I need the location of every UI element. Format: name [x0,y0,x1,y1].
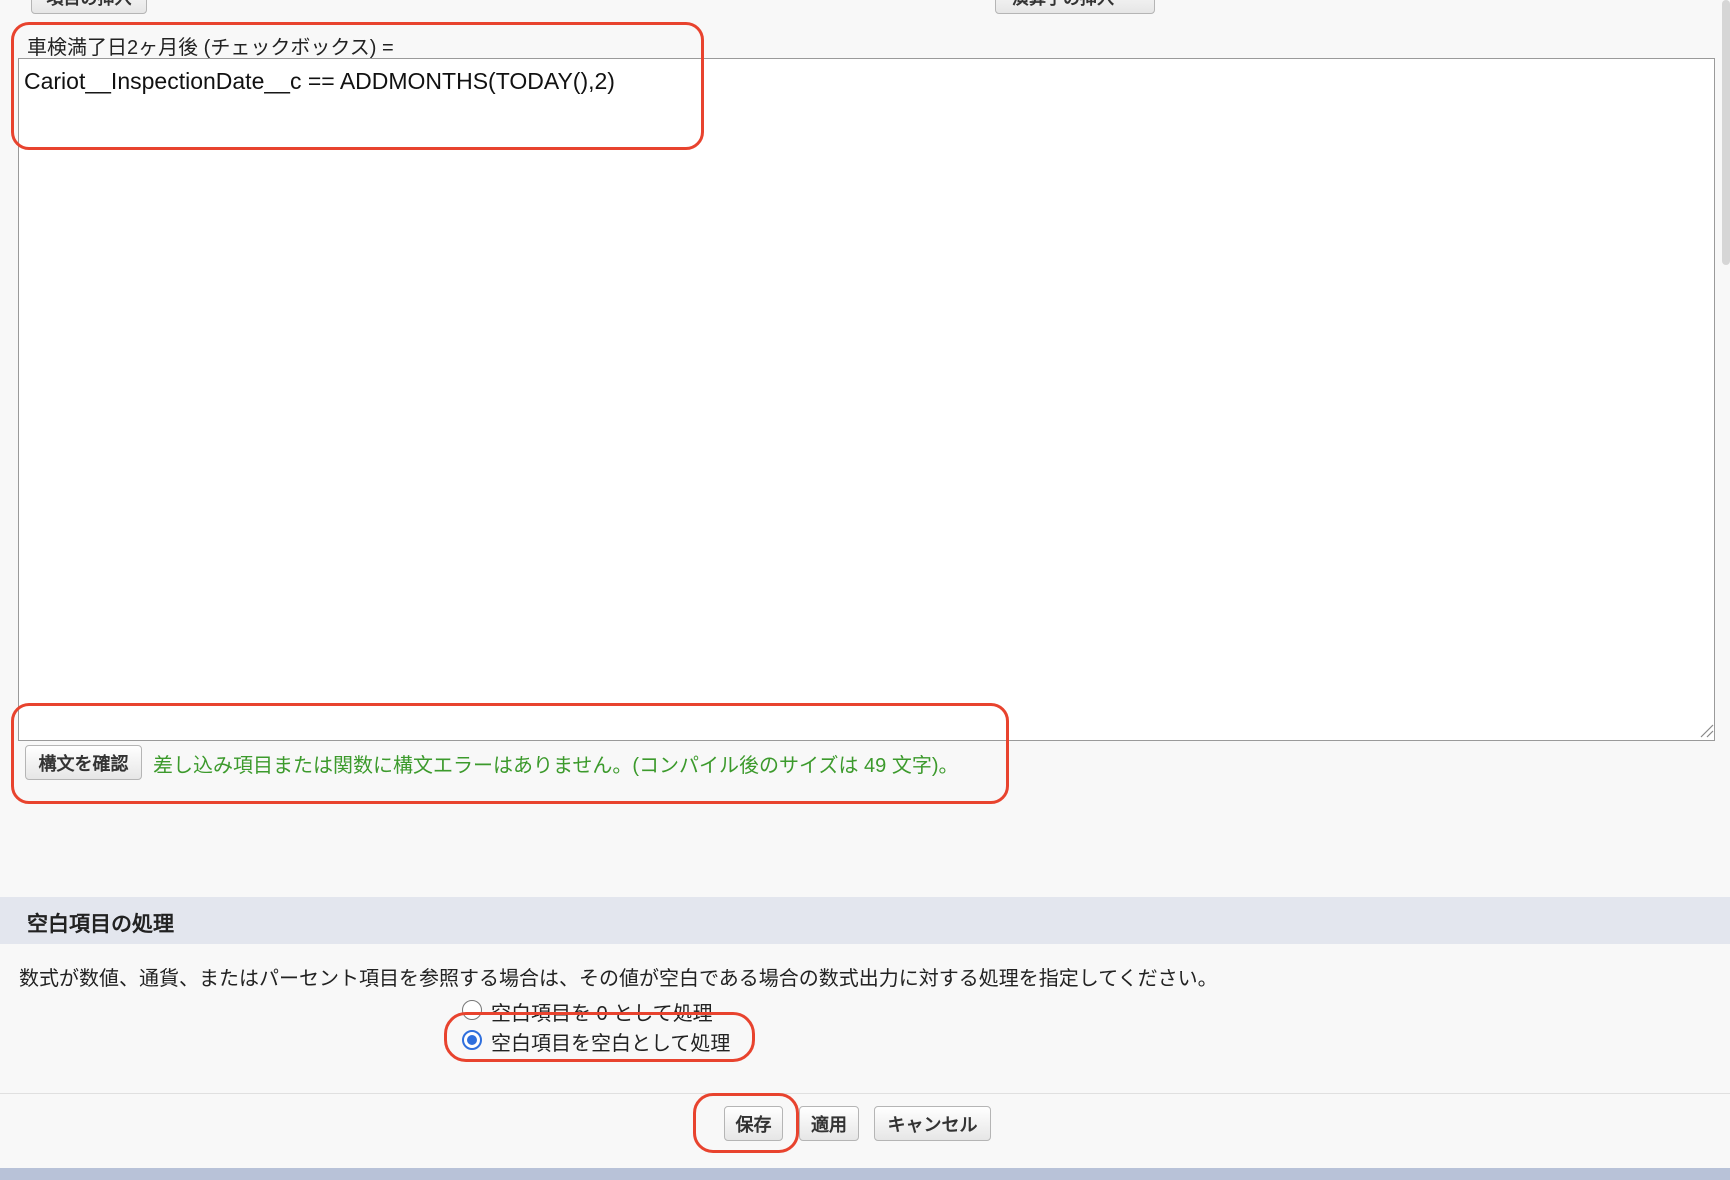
cancel-button[interactable]: キャンセル [874,1106,991,1141]
footer-bar [0,1168,1730,1180]
page-scrollbar[interactable] [1722,0,1730,265]
radio-treat-as-zero[interactable] [462,1000,482,1020]
radio-label-treat-as-zero: 空白項目を 0 として処理 [491,1003,713,1025]
formula-editor[interactable]: Cariot__InspectionDate__c == ADDMONTHS(T… [18,58,1715,741]
syntax-status-message: 差し込み項目または関数に構文エラーはありません。(コンパイル後のサイズは 49 … [153,755,959,777]
radio-option-treat-as-zero[interactable]: 空白項目を 0 として処理 [462,997,762,1025]
insert-operator-button[interactable]: 演算子の挿入 ▼ [995,0,1155,14]
blank-handling-description: 数式が数値、通貨、またはパーセント項目を参照する場合は、その値が空白である場合の… [19,968,1218,990]
insert-field-label: 項目の挿入 [47,0,132,9]
chevron-down-icon: ▼ [1126,0,1138,3]
footer-divider [0,1093,1730,1094]
formula-label: 車検満了日2ヶ月後 (チェックボックス) = [27,37,394,59]
radio-option-treat-as-blank[interactable]: 空白項目を空白として処理 [462,1027,762,1055]
section-title: 空白項目の処理 [27,913,174,936]
check-syntax-label: 構文を確認 [38,753,129,774]
radio-treat-as-blank[interactable] [462,1030,482,1050]
insert-field-button[interactable]: 項目の挿入 [31,0,147,14]
resize-grip-icon[interactable] [1698,722,1714,738]
section-header-blank-handling: 空白項目の処理 [0,897,1730,944]
apply-label: 適用 [811,1114,847,1135]
apply-button[interactable]: 適用 [799,1106,859,1141]
insert-operator-label: 演算子の挿入 [1012,0,1114,9]
radio-label-treat-as-blank: 空白項目を空白として処理 [491,1033,731,1055]
save-button[interactable]: 保存 [724,1106,783,1141]
save-label: 保存 [735,1114,772,1135]
cancel-label: キャンセル [887,1114,978,1135]
check-syntax-button[interactable]: 構文を確認 [25,745,142,780]
